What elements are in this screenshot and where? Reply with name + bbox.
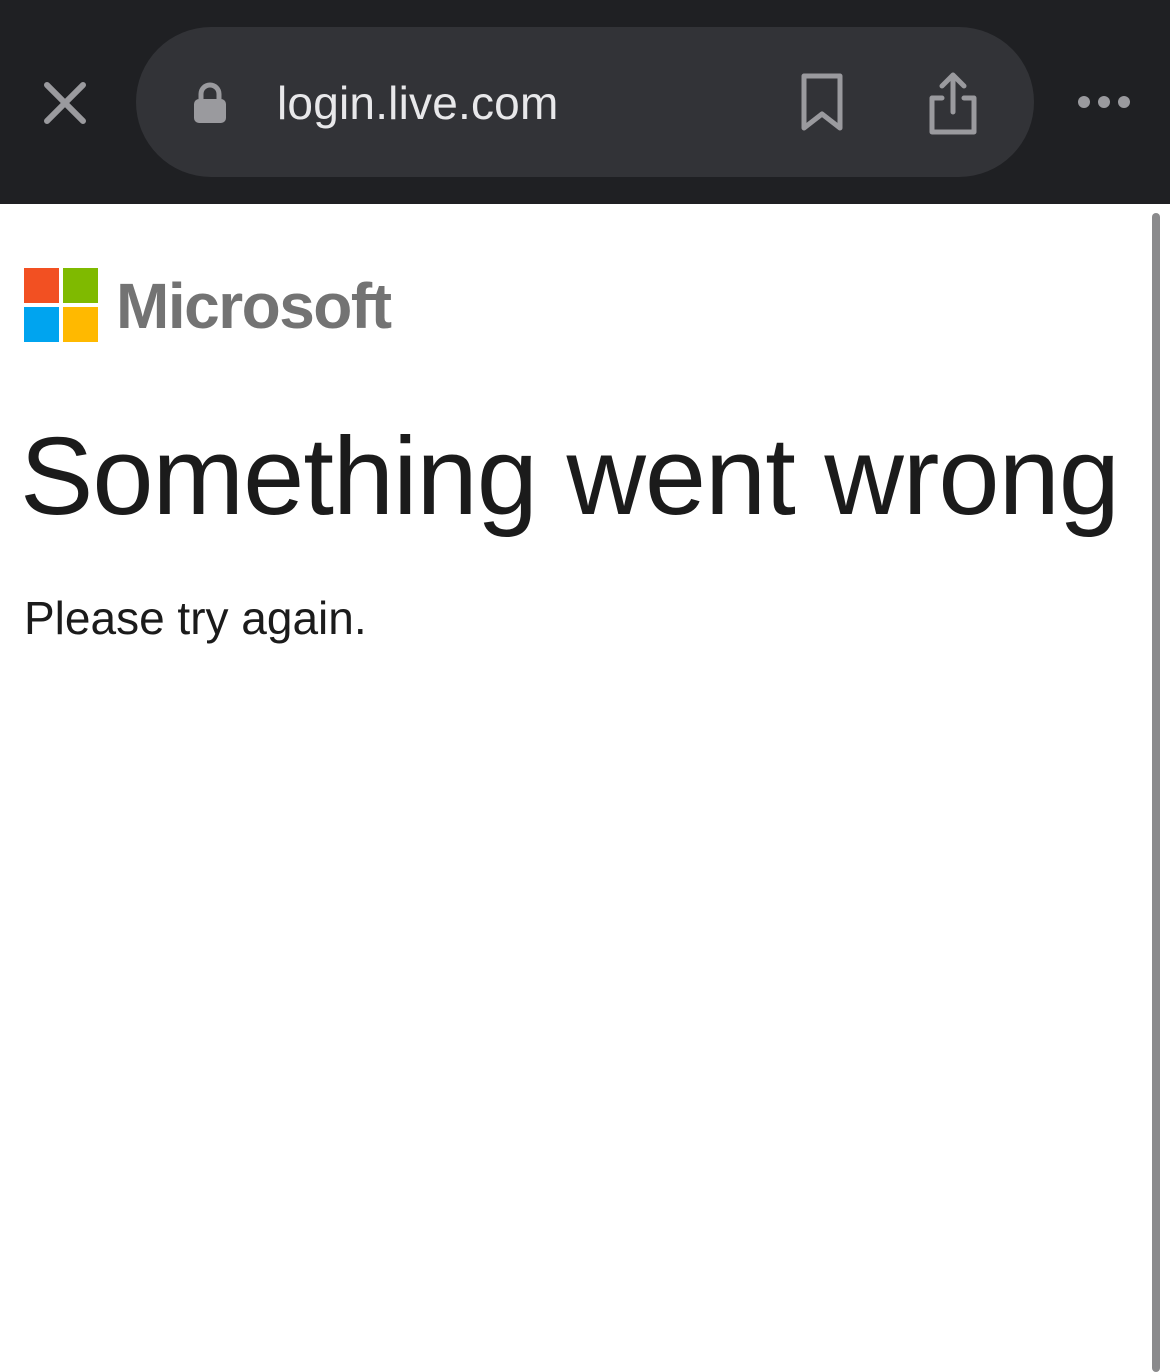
logo-square-red [24, 268, 59, 303]
bookmark-icon[interactable] [796, 72, 848, 132]
more-icon[interactable] [1072, 86, 1136, 118]
logo-square-green [63, 268, 98, 303]
microsoft-wordmark: Microsoft [116, 270, 392, 342]
page-content [0, 204, 1170, 1372]
url-text[interactable]: login.live.com [277, 72, 558, 134]
browser-toolbar: login.live.com [0, 0, 1170, 204]
microsoft-logo-icon [24, 268, 98, 342]
error-title: Something went wrong [20, 415, 1120, 538]
scrollbar[interactable] [1152, 213, 1160, 1372]
close-icon [44, 82, 86, 124]
close-button[interactable] [36, 74, 94, 132]
logo-square-blue [24, 307, 59, 342]
logo-square-yellow [63, 307, 98, 342]
address-bar[interactable] [136, 27, 1034, 177]
lock-icon [194, 82, 226, 123]
share-icon[interactable] [924, 70, 982, 136]
error-description: Please try again. [24, 592, 367, 644]
